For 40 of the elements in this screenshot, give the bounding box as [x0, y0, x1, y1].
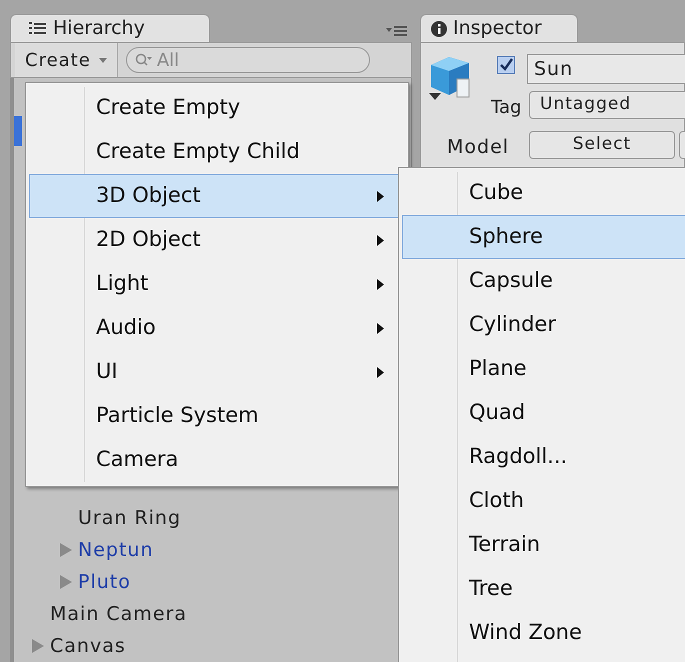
- info-icon: [431, 20, 447, 36]
- menu-item[interactable]: Cube: [402, 171, 685, 215]
- model-label: Model: [447, 135, 510, 160]
- expand-arrow-icon[interactable]: [32, 639, 44, 653]
- search-field[interactable]: All: [126, 47, 370, 73]
- inspector-tab[interactable]: Inspector: [420, 14, 578, 42]
- menu-item[interactable]: Cloth: [402, 479, 685, 523]
- list-icon: [29, 22, 47, 36]
- menu-item[interactable]: Sphere: [402, 215, 685, 259]
- tag-dropdown[interactable]: Untagged: [529, 91, 685, 119]
- tab-label: Hierarchy: [53, 16, 145, 42]
- menu-item[interactable]: Capsule: [402, 259, 685, 303]
- hierarchy-item[interactable]: Uran Ring: [78, 504, 182, 532]
- create-dropdown[interactable]: Create: [15, 43, 118, 77]
- menu-item[interactable]: Wind Zone: [402, 611, 685, 655]
- menu-item[interactable]: Quad: [402, 391, 685, 435]
- menu-item[interactable]: Create Empty Child: [29, 130, 405, 174]
- menu-item[interactable]: Tree: [402, 567, 685, 611]
- menu-item[interactable]: Ragdoll...: [402, 435, 685, 479]
- caret-icon: [98, 58, 107, 62]
- selected-row: [14, 116, 22, 146]
- tag-label: Tag: [491, 96, 522, 120]
- expand-arrow-icon[interactable]: [60, 575, 72, 589]
- checkmark-icon: [499, 58, 513, 72]
- active-checkbox[interactable]: [497, 56, 515, 74]
- hierarchy-item[interactable]: Canvas: [50, 632, 126, 660]
- menu-item[interactable]: Cylinder: [402, 303, 685, 347]
- expand-arrow-icon[interactable]: [60, 543, 72, 557]
- hierarchy-item[interactable]: Neptun: [78, 536, 154, 564]
- menu-item[interactable]: Terrain: [402, 523, 685, 567]
- search-icon: [134, 53, 153, 67]
- hierarchy-item[interactable]: Pluto: [78, 568, 131, 596]
- panel-options-icon[interactable]: [386, 26, 408, 36]
- select-button[interactable]: Select: [529, 131, 675, 159]
- menu-item[interactable]: Create Empty: [29, 86, 405, 130]
- tab-label: Inspector: [453, 16, 542, 42]
- hierarchy-item[interactable]: Main Camera: [50, 600, 187, 628]
- name-field[interactable]: Sun: [527, 54, 685, 84]
- menu-item[interactable]: Plane: [402, 347, 685, 391]
- hierarchy-tab[interactable]: Hierarchy: [10, 14, 210, 42]
